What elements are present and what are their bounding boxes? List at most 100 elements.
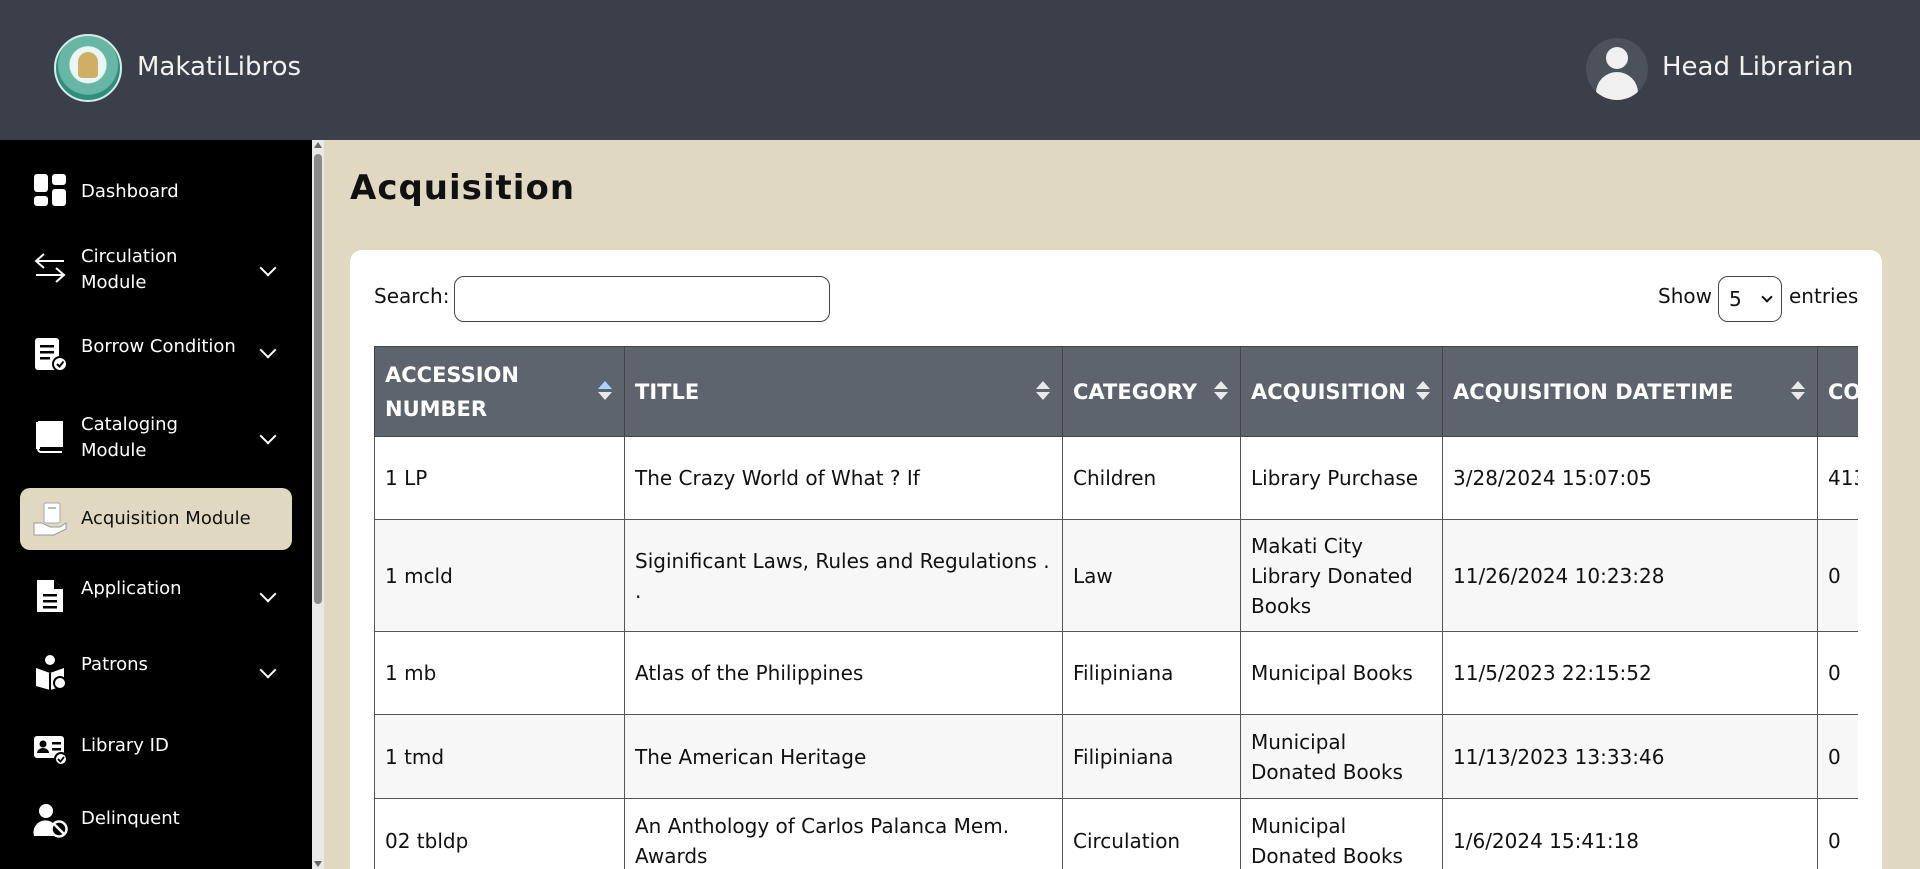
acquisition-table: ACCESSION NUMBER TITLE CATEGORY ACQUISIT… xyxy=(374,346,1858,869)
cataloging-icon xyxy=(36,421,63,453)
chevron-down-icon xyxy=(259,259,277,277)
sort-icon[interactable] xyxy=(1036,381,1050,401)
acquisition-card: Search: Show 5 entries ACCESSION NUMBER … xyxy=(350,250,1882,869)
sidebar-item-label: Borrow Condition xyxy=(81,336,236,357)
sidebar-item-label: Application xyxy=(81,578,182,599)
cell-category: Circulation xyxy=(1062,798,1241,869)
top-header: MakatiLibros Head Librarian xyxy=(0,0,1920,140)
column-header-acquisition[interactable]: ACQUISITION xyxy=(1240,346,1443,437)
cell-copies: 413 xyxy=(1817,436,1858,520)
delinquent-icon xyxy=(33,804,68,838)
column-header-category[interactable]: CATEGORY xyxy=(1062,346,1241,437)
sidebar-item-acquisition[interactable]: Acquisition Module xyxy=(20,488,292,550)
cell-acquisition: Library Purchase xyxy=(1240,436,1443,520)
cell-acquisition-datetime: 1/6/2024 15:41:18 xyxy=(1442,798,1818,869)
cell-category: Children xyxy=(1062,436,1241,520)
cell-category: Law xyxy=(1062,519,1241,632)
cell-copies: 0 xyxy=(1817,631,1858,715)
library-logo[interactable] xyxy=(54,34,122,102)
column-header-accession-number[interactable]: ACCESSION NUMBER xyxy=(374,346,625,437)
sidebar-item-library-id[interactable]: Library ID xyxy=(20,726,292,770)
cell-category: Filipiniana xyxy=(1062,631,1241,715)
sort-icon[interactable] xyxy=(1214,381,1228,401)
table-row[interactable]: 1 mb Atlas of the Philippines Filipinian… xyxy=(374,631,1858,715)
column-header-copies[interactable]: CO xyxy=(1817,346,1858,437)
sidebar-item-patrons[interactable]: Patrons xyxy=(20,650,292,696)
cell-copies: 0 xyxy=(1817,714,1858,799)
circulation-icon xyxy=(34,253,66,283)
search-input[interactable] xyxy=(454,276,830,322)
cell-title: The Crazy World of What ? If xyxy=(624,436,1063,520)
chevron-down-icon xyxy=(259,427,277,445)
cell-acquisition: Municipal Donated Books xyxy=(1240,798,1443,869)
scrollbar-thumb[interactable] xyxy=(314,154,322,604)
cell-acquisition-datetime: 11/13/2023 13:33:46 xyxy=(1442,714,1818,799)
sidebar-item-label: Dashboard xyxy=(81,181,179,202)
sidebar-item-label: Delinquent xyxy=(81,808,180,829)
sidebar-item-application[interactable]: Application xyxy=(20,574,292,620)
cell-acquisition: Municipal Donated Books xyxy=(1240,714,1443,799)
cell-title: Atlas of the Philippines xyxy=(624,631,1063,715)
chevron-down-icon xyxy=(259,341,277,359)
sidebar-item-dashboard[interactable]: Dashboard xyxy=(20,172,292,212)
sidebar-item-label: Circulation Module xyxy=(81,246,178,293)
show-label: Show xyxy=(1658,284,1712,308)
cell-acquisition-datetime: 3/28/2024 15:07:05 xyxy=(1442,436,1818,520)
table-header-row: ACCESSION NUMBER TITLE CATEGORY ACQUISIT… xyxy=(374,346,1858,437)
table-row[interactable]: 1 tmd The American Heritage Filipiniana … xyxy=(374,714,1858,799)
cell-accession-number: 1 LP xyxy=(374,436,625,520)
entries-select[interactable]: 5 xyxy=(1718,276,1782,322)
cell-accession-number: 1 mb xyxy=(374,631,625,715)
entries-select-value: 5 xyxy=(1729,287,1742,311)
cell-copies: 0 xyxy=(1817,519,1858,632)
cell-title: Siginificant Laws, Rules and Regulations… xyxy=(624,519,1063,632)
cell-title: An Anthology of Carlos Palanca Mem. Awar… xyxy=(624,798,1063,869)
dashboard-icon xyxy=(34,174,66,206)
sidebar-item-circulation[interactable]: Circulation Module xyxy=(20,242,292,298)
sidebar-item-label: Cataloging Module xyxy=(81,414,178,461)
acquisition-table-wrapper: ACCESSION NUMBER TITLE CATEGORY ACQUISIT… xyxy=(374,346,1858,869)
application-icon xyxy=(37,580,63,612)
main-content: Acquisition Search: Show 5 entries ACCES… xyxy=(324,140,1908,869)
sidebar-item-label: Patrons xyxy=(81,654,148,675)
page-title: Acquisition xyxy=(350,168,576,208)
cell-acquisition: Municipal Books xyxy=(1240,631,1443,715)
entries-label: entries xyxy=(1789,284,1859,308)
sidebar-item-cataloging[interactable]: Cataloging Module xyxy=(20,410,292,466)
scroll-down-icon[interactable] xyxy=(314,861,322,867)
sort-icon[interactable] xyxy=(1791,381,1805,401)
cell-acquisition-datetime: 11/26/2024 10:23:28 xyxy=(1442,519,1818,632)
cell-accession-number: 1 tmd xyxy=(374,714,625,799)
sidebar-item-label: Acquisition Module xyxy=(81,508,251,529)
app-name[interactable]: MakatiLibros xyxy=(137,52,301,82)
cell-copies: 0 xyxy=(1817,798,1858,869)
table-row[interactable]: 1 LP The Crazy World of What ? If Childr… xyxy=(374,436,1858,520)
sidebar-scrollbar[interactable] xyxy=(312,140,324,869)
sidebar-item-borrow-condition[interactable]: Borrow Condition xyxy=(20,332,292,376)
column-header-acquisition-datetime[interactable]: ACQUISITION DATETIME xyxy=(1442,346,1818,437)
borrow-condition-icon xyxy=(35,338,68,372)
chevron-down-icon xyxy=(1761,291,1773,303)
sort-icon[interactable] xyxy=(598,381,612,401)
library-id-icon xyxy=(34,736,68,766)
cell-title: The American Heritage xyxy=(624,714,1063,799)
column-header-title[interactable]: TITLE xyxy=(624,346,1063,437)
user-name[interactable]: Head Librarian xyxy=(1662,52,1853,82)
cell-acquisition: Makati City Library Donated Books xyxy=(1240,519,1443,632)
cell-category: Filipiniana xyxy=(1062,714,1241,799)
sidebar-item-delinquent[interactable]: Delinquent xyxy=(20,798,292,844)
table-row[interactable]: 02 tbldp An Anthology of Carlos Palanca … xyxy=(374,798,1858,869)
chevron-down-icon xyxy=(259,661,277,679)
chevron-down-icon xyxy=(259,585,277,603)
acquisition-icon xyxy=(33,502,67,536)
cell-acquisition-datetime: 11/5/2023 22:15:52 xyxy=(1442,631,1818,715)
table-row[interactable]: 1 mcld Siginificant Laws, Rules and Regu… xyxy=(374,519,1858,632)
patrons-icon xyxy=(36,655,67,690)
sidebar: Dashboard Circulation Module Borrow Cond… xyxy=(0,140,312,869)
cell-accession-number: 1 mcld xyxy=(374,519,625,632)
user-avatar-icon[interactable] xyxy=(1586,38,1648,100)
sort-icon[interactable] xyxy=(1416,381,1430,401)
search-label: Search: xyxy=(374,284,450,308)
scroll-up-icon[interactable] xyxy=(314,142,322,148)
sidebar-item-label: Library ID xyxy=(81,735,169,756)
